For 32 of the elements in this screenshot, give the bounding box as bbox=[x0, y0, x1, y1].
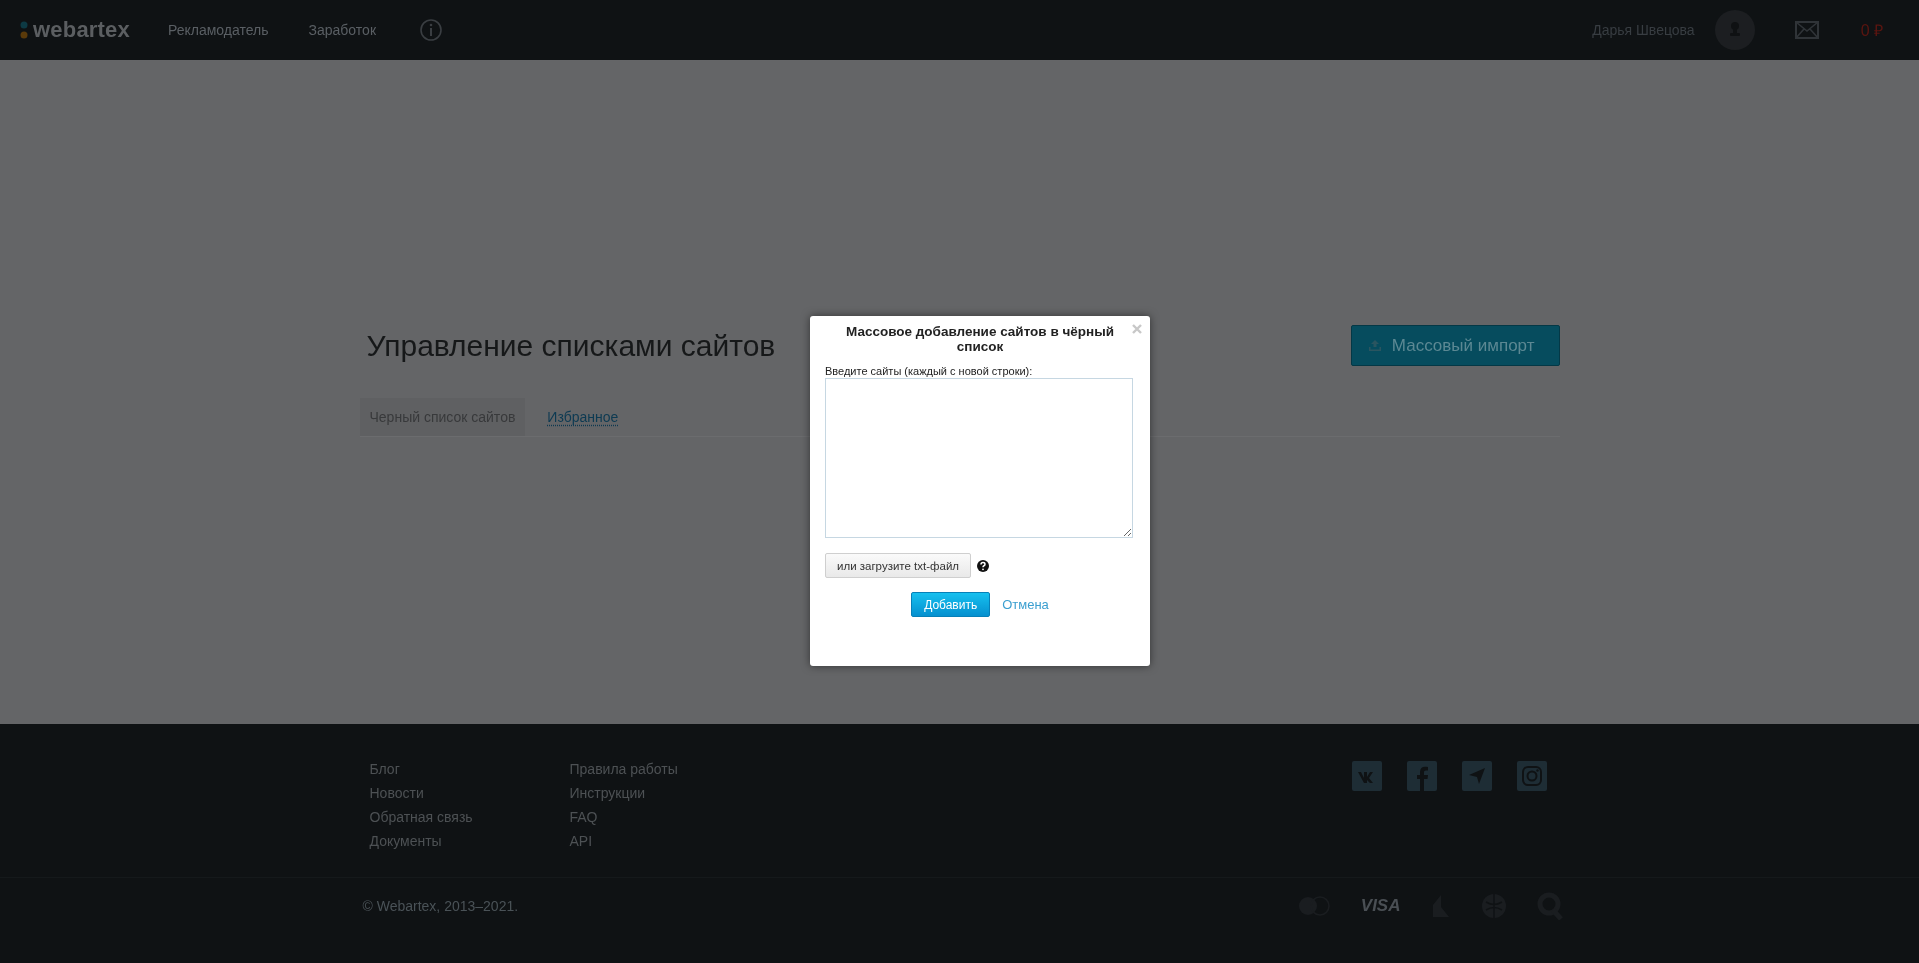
footer-link[interactable]: Новости bbox=[369, 781, 570, 805]
upload-icon bbox=[1367, 339, 1382, 352]
footer-link[interactable]: FAQ bbox=[569, 805, 770, 829]
dialog-title: Массовое добавление сайтов в чёрный список bbox=[844, 324, 1115, 354]
page-title: Управление списками сайтов bbox=[366, 328, 776, 363]
footer-link[interactable]: Блог bbox=[369, 757, 570, 781]
upload-file-button[interactable]: или загрузите txt-файл bbox=[825, 553, 972, 578]
sites-input-field[interactable] bbox=[825, 378, 1133, 538]
cancel-link[interactable]: Отмена bbox=[1002, 597, 1049, 612]
vk-icon[interactable] bbox=[1351, 761, 1382, 791]
tab[interactable]: Избранное bbox=[537, 398, 629, 436]
paper-plane-icon[interactable] bbox=[1461, 761, 1492, 791]
facebook-icon[interactable] bbox=[1406, 761, 1437, 791]
logo-dots-icon bbox=[20, 21, 28, 39]
help-icon[interactable] bbox=[977, 559, 990, 572]
footer-link[interactable]: Инструкции bbox=[569, 781, 770, 805]
mail-icon[interactable] bbox=[1794, 21, 1819, 39]
info-icon[interactable] bbox=[420, 19, 442, 41]
add-button[interactable]: Добавить bbox=[911, 592, 991, 617]
footer-link[interactable]: Документы bbox=[369, 829, 570, 853]
visa-logo: VISA bbox=[1360, 896, 1401, 916]
field-label: Введите сайты (каждый с новой строки): bbox=[825, 365, 1034, 377]
close-icon[interactable] bbox=[1132, 324, 1142, 334]
camera-icon[interactable] bbox=[1516, 761, 1547, 791]
import-button[interactable]: Массовый импорт bbox=[1350, 325, 1560, 366]
balance-amount[interactable]: 0 ₽ bbox=[1860, 19, 1883, 41]
footer-link[interactable]: Обратная связь bbox=[369, 805, 570, 829]
nav-link[interactable]: Заработок bbox=[308, 22, 376, 38]
footer-link[interactable]: Правила работы bbox=[569, 757, 770, 781]
footer-link[interactable]: API bbox=[569, 829, 770, 853]
nav-link[interactable]: Рекламодатель bbox=[168, 22, 269, 38]
copyright-text: © Webartex, 2013–2021. bbox=[362, 898, 519, 914]
